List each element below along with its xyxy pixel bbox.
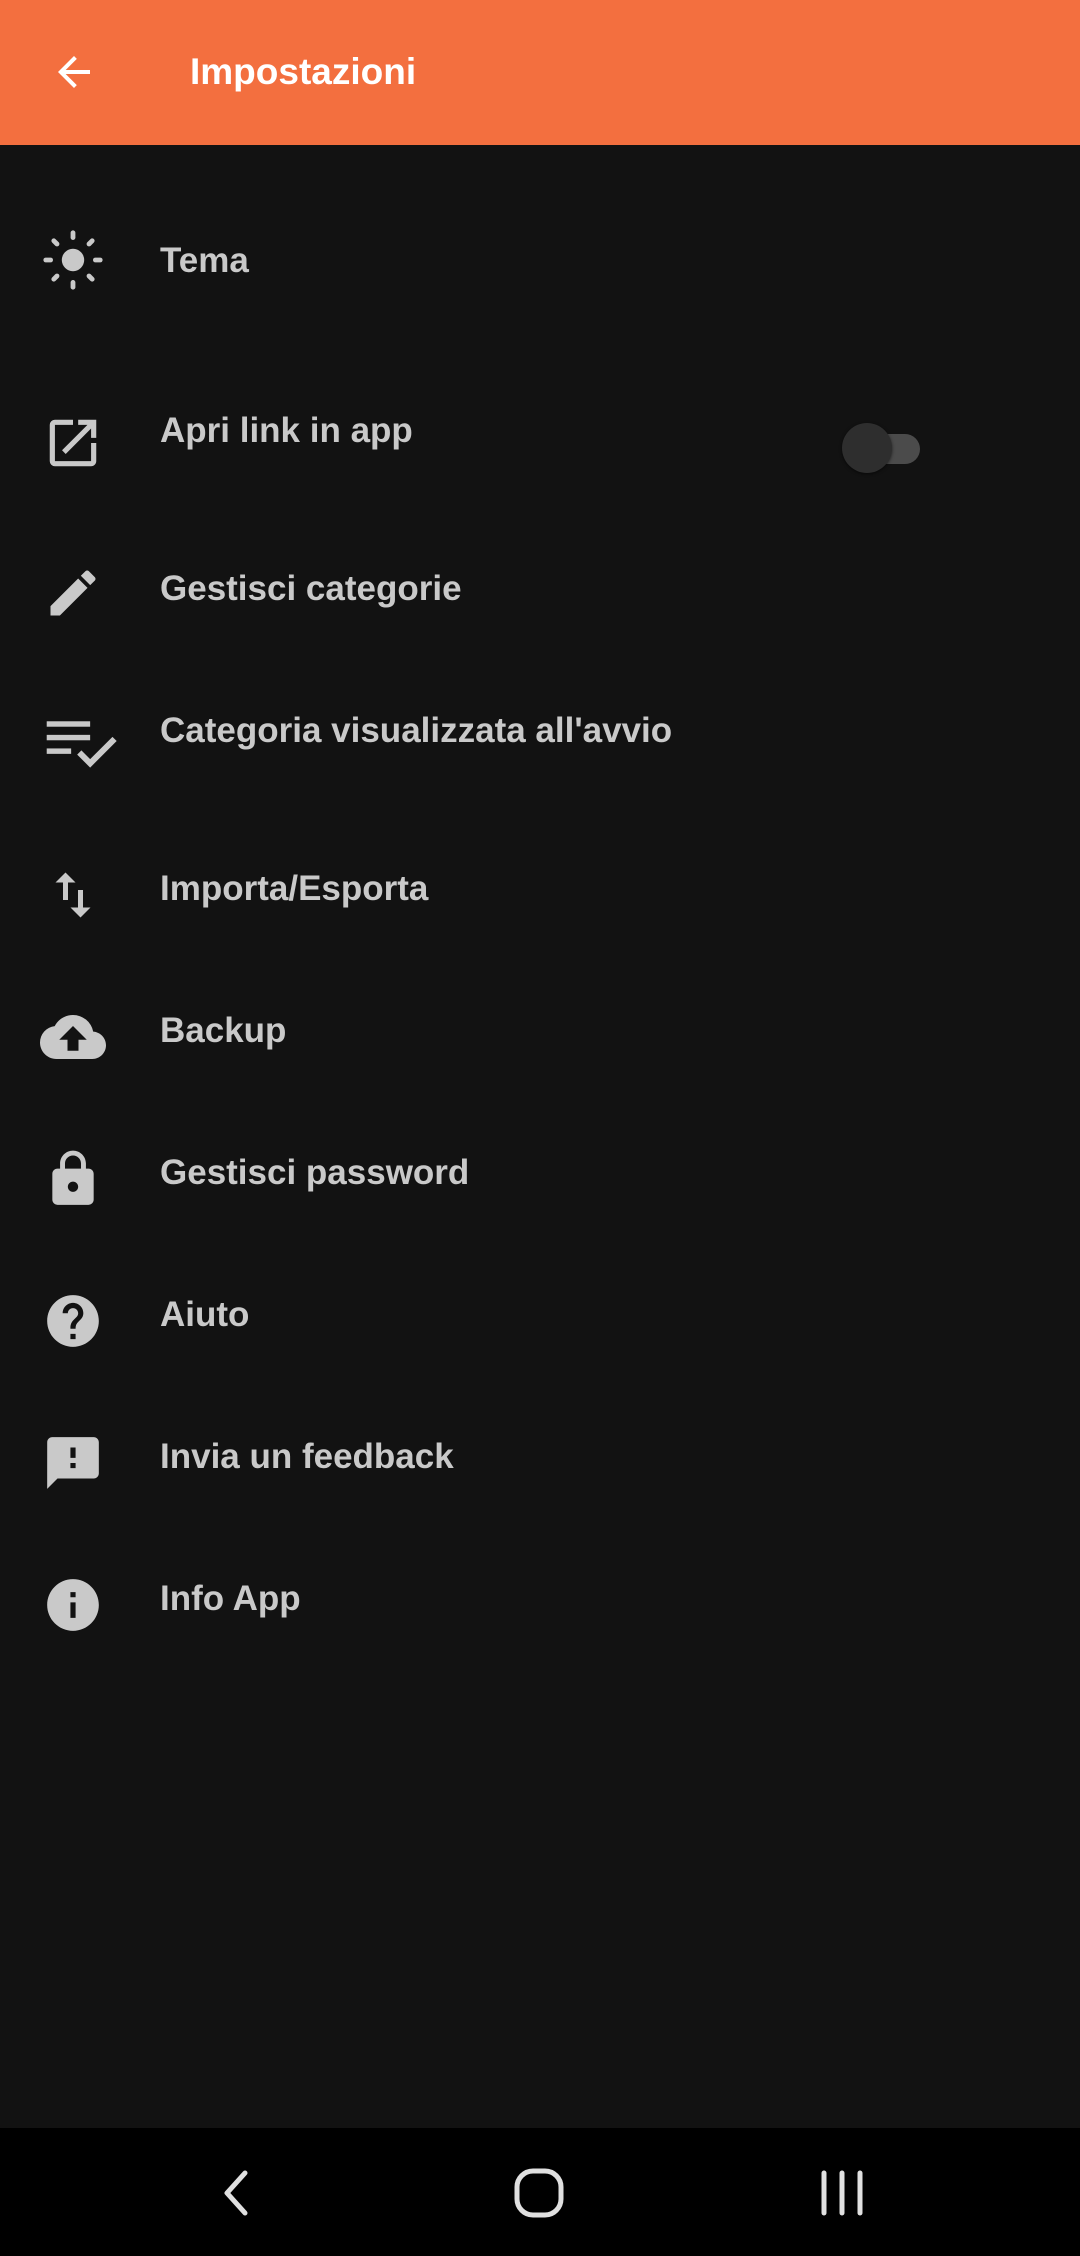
playlist-check-icon [40, 706, 124, 780]
info-icon [36, 1568, 110, 1642]
settings-item-label: Aiuto [160, 1295, 250, 1334]
feedback-icon [36, 1426, 110, 1500]
settings-item-label: Tema [160, 241, 249, 280]
settings-item-feedback[interactable]: Invia un feedback [0, 1396, 1080, 1516]
cloud-upload-icon [36, 1000, 110, 1074]
open-in-new-icon [36, 406, 110, 480]
help-icon [36, 1284, 110, 1358]
settings-item-label: Categoria visualizzata all'avvio [160, 711, 673, 750]
settings-item-label: Invia un feedback [160, 1437, 454, 1476]
settings-item-importa-esporta[interactable]: Importa/Esporta [0, 828, 1080, 948]
back-nav-icon [224, 2170, 248, 2216]
settings-item-aiuto[interactable]: Aiuto [0, 1254, 1080, 1374]
settings-item-tema[interactable]: Tema [0, 200, 1080, 320]
page-title: Impostazioni [190, 51, 417, 92]
settings-screen: Impostazioni Tema Apri link in app Gesti… [0, 0, 1080, 2256]
settings-item-gestisci-categorie[interactable]: Gestisci categorie [0, 528, 1080, 648]
settings-item-label: Info App [160, 1579, 301, 1618]
settings-item-gestisci-password[interactable]: Gestisci password [0, 1112, 1080, 1232]
import-export-icon [36, 858, 110, 932]
recents-nav-icon [821, 2170, 863, 2216]
home-nav-button[interactable] [479, 2148, 599, 2238]
settings-item-label: Importa/Esporta [160, 869, 429, 908]
brightness-icon [36, 223, 110, 297]
settings-item-apri-link[interactable]: Apri link in app [0, 370, 1080, 490]
settings-item-label: Apri link in app [160, 411, 413, 450]
home-nav-icon [514, 2168, 564, 2218]
settings-item-label: Gestisci password [160, 1153, 470, 1192]
arrow-back-icon [58, 56, 90, 88]
app-bar: Impostazioni [0, 0, 1080, 145]
system-nav-bar [0, 2128, 1080, 2256]
recents-nav-button[interactable] [782, 2148, 902, 2238]
back-button[interactable] [34, 32, 114, 112]
settings-item-label: Backup [160, 1011, 287, 1050]
settings-item-label: Gestisci categorie [160, 569, 462, 608]
pencil-icon [36, 556, 110, 630]
settings-item-info-app[interactable]: Info App [0, 1538, 1080, 1658]
settings-item-categoria-avvio[interactable]: Categoria visualizzata all'avvio [0, 670, 1080, 790]
lock-icon [36, 1142, 110, 1216]
settings-item-backup[interactable]: Backup [0, 970, 1080, 1090]
back-nav-button[interactable] [177, 2148, 297, 2238]
open-links-toggle[interactable] [842, 417, 932, 477]
toggle-thumb [842, 423, 892, 473]
